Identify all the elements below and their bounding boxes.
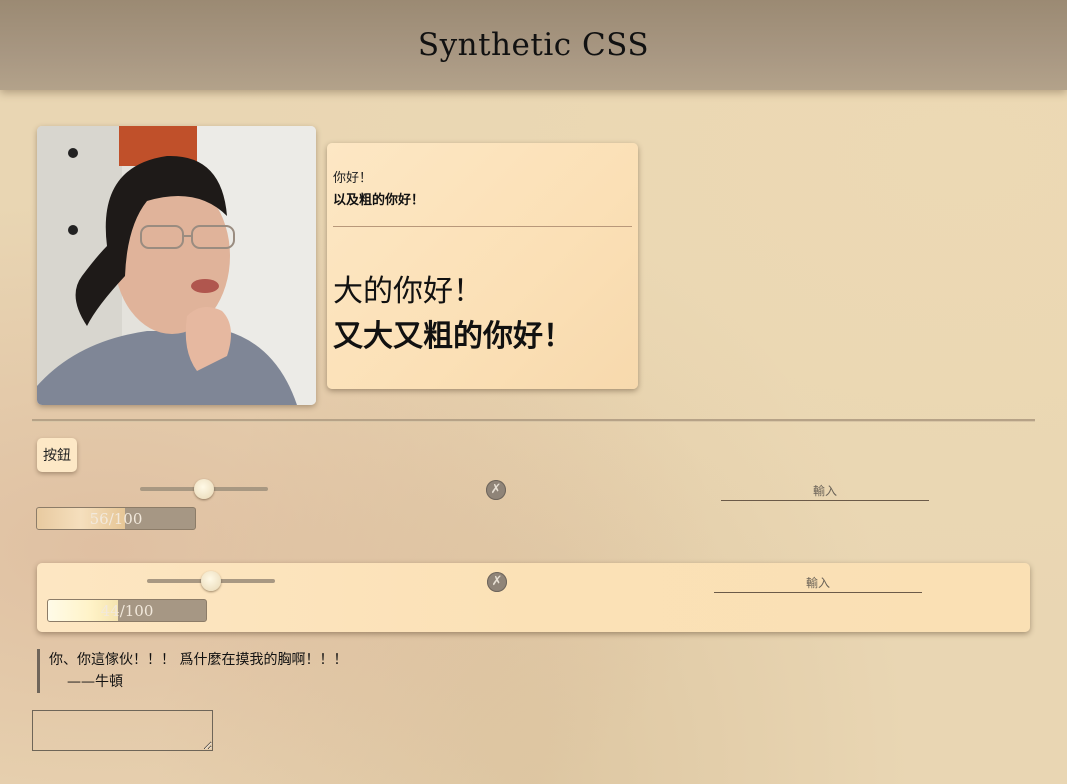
text-input[interactable] — [721, 481, 929, 501]
progress-label: 56/100 — [89, 510, 143, 528]
panel-text-input[interactable] — [714, 573, 922, 593]
profile-photo-image — [37, 126, 316, 405]
progress-label: 44/100 — [100, 602, 154, 620]
slider-thumb[interactable] — [201, 571, 221, 591]
greeting-big-bold-text: 又大又粗的你好！ — [333, 319, 573, 354]
page-header: Synthetic CSS — [0, 0, 1067, 90]
text-area[interactable] — [32, 710, 213, 751]
slider-thumb[interactable] — [194, 479, 214, 499]
greeting-card: 你好！ 以及粗的你好！ 大的你好！ 又大又粗的你好！ — [327, 143, 638, 389]
progress-bar: 56/100 — [36, 507, 196, 530]
card-divider — [333, 226, 632, 227]
profile-photo — [37, 126, 316, 405]
greeting-bold-text: 以及粗的你好！ — [333, 193, 425, 208]
section-divider — [32, 419, 1035, 422]
panel-clear-button[interactable]: ✗ — [487, 572, 507, 592]
panel-range-slider[interactable] — [147, 571, 275, 591]
greeting-text: 你好！ — [333, 171, 373, 186]
blockquote: 你、你這傢伙！！！ 爲什麼在摸我的胸啊！！！ ——牛頓 — [37, 649, 347, 693]
clear-button[interactable]: ✗ — [486, 480, 506, 500]
range-slider[interactable] — [140, 479, 268, 499]
panel-progress-bar: 44/100 — [47, 599, 207, 622]
quote-text: 你、你這傢伙！！！ 爲什麼在摸我的胸啊！！！ — [49, 652, 348, 668]
quote-citation: ——牛頓 — [67, 674, 123, 690]
primary-button[interactable]: 按鈕 — [37, 438, 77, 472]
greeting-big-text: 大的你好！ — [333, 274, 483, 309]
controls-panel: ✗ 44/100 — [37, 563, 1030, 632]
page-title: Synthetic CSS — [417, 27, 650, 63]
